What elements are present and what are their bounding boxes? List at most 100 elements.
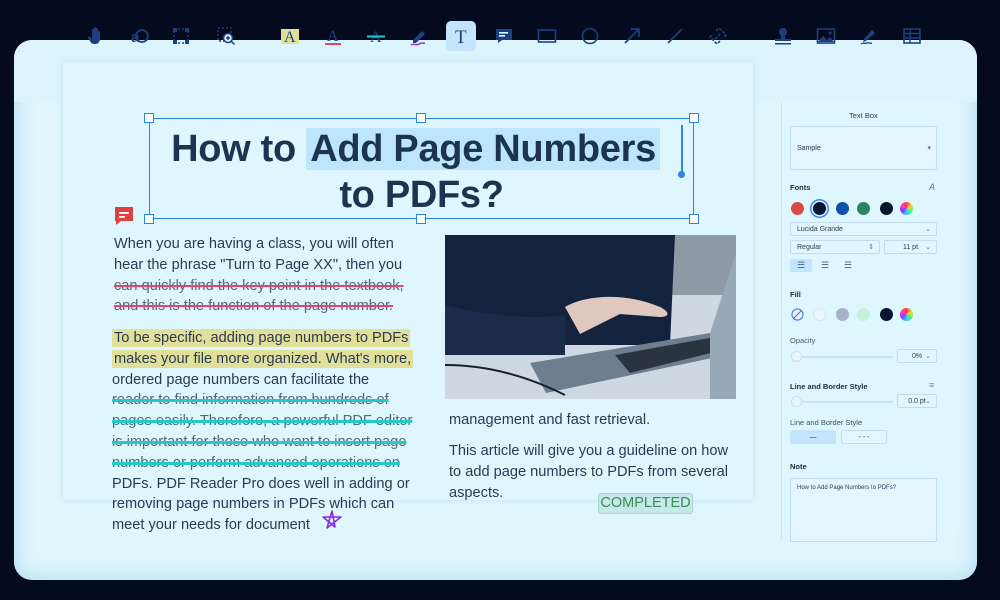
- opacity-label: Opacity: [790, 336, 816, 345]
- note-tool-button[interactable]: [489, 21, 519, 51]
- highlighted-line[interactable]: To be specific, adding page numbers to P…: [112, 329, 411, 347]
- title-text-box[interactable]: How to Add Page Numbers to PDFs?: [144, 113, 699, 224]
- align-center-button[interactable]: ☰: [814, 259, 836, 272]
- underline-tool-button[interactable]: A: [318, 21, 348, 51]
- strikethrough-line[interactable]: pages easily. Therefore, a powerful PDF …: [112, 411, 413, 432]
- line-width-slider-knob[interactable]: [791, 396, 802, 407]
- circle-icon: [581, 27, 599, 45]
- sidebar-header: Text Box: [849, 111, 878, 120]
- font-color-green[interactable]: [857, 202, 870, 215]
- completed-stamp[interactable]: COMPLETED: [598, 493, 693, 514]
- page-title-line-1: How to Add Page Numbers: [150, 128, 693, 171]
- fill-color-mint[interactable]: [857, 308, 870, 321]
- line-tool-button[interactable]: [660, 21, 690, 51]
- line-weight-icon[interactable]: ≡: [929, 380, 934, 390]
- font-color-black[interactable]: [880, 202, 893, 215]
- table-tool-button[interactable]: [897, 21, 927, 51]
- font-weight-select[interactable]: Regular ⇕: [790, 240, 880, 254]
- area-zoom-tool-button[interactable]: [211, 21, 241, 51]
- table-icon: [903, 28, 921, 44]
- font-color-black-selected[interactable]: [813, 202, 826, 215]
- opacity-value: 0%: [911, 352, 923, 360]
- strikethrough-line[interactable]: can quickly find the key point in the te…: [114, 276, 404, 297]
- star-drawing-icon[interactable]: [320, 510, 344, 530]
- stamp-tool-button[interactable]: [768, 21, 798, 51]
- highlighted-line[interactable]: makes your file more organized. What's m…: [112, 349, 414, 368]
- title-selected-text[interactable]: Add Page Numbers: [306, 128, 660, 170]
- paragraph-2: To be specific, adding page numbers to P…: [112, 328, 414, 536]
- link-tool-button[interactable]: [703, 21, 733, 51]
- color-picker-icon[interactable]: [900, 202, 913, 215]
- chevron-down-icon: ⌄: [925, 226, 931, 233]
- text-caret: [681, 125, 683, 173]
- title-text: How to: [171, 128, 307, 170]
- align-right-button[interactable]: ☰: [837, 259, 859, 272]
- highlight-tool-button[interactable]: A: [275, 21, 305, 51]
- font-style-icon[interactable]: A: [929, 182, 935, 192]
- comment-icon: [496, 29, 512, 43]
- circle-tool-button[interactable]: [575, 21, 605, 51]
- fill-color-picker-icon[interactable]: [900, 308, 913, 321]
- text-icon: T: [455, 27, 467, 46]
- font-color-blue[interactable]: [836, 202, 849, 215]
- font-color-red[interactable]: [791, 202, 804, 215]
- strikethrough-line[interactable]: numbers or perform advanced operations o…: [112, 453, 413, 474]
- font-size-select[interactable]: 11 pt ⌄: [884, 240, 937, 254]
- freehand-tool-button[interactable]: [404, 21, 434, 51]
- signature-tool-button[interactable]: [854, 21, 884, 51]
- hand-icon: [87, 27, 100, 44]
- rectangle-tool-button[interactable]: [532, 21, 562, 51]
- pen-icon: [410, 31, 426, 46]
- opacity-slider-track[interactable]: [793, 356, 893, 358]
- chevron-down-icon: ⌄: [925, 244, 931, 251]
- strikethrough-line[interactable]: and this is the function of the page num…: [114, 296, 404, 317]
- line-width-slider-track[interactable]: [793, 401, 893, 403]
- text-line: meet your needs for document: [112, 517, 310, 534]
- line-style-label: Line and Border Style: [790, 418, 863, 427]
- text-box-tool-button[interactable]: T: [446, 21, 476, 51]
- chevron-down-icon: ⌄: [925, 353, 931, 360]
- fill-color-black[interactable]: [880, 308, 893, 321]
- fill-color-gray[interactable]: [836, 308, 849, 321]
- note-textarea[interactable]: How to Add Page Numbers to PDFs?: [790, 478, 937, 542]
- strikethrough-tool-button[interactable]: A: [361, 21, 391, 51]
- style-preset-value: Sample: [797, 144, 821, 152]
- stepper-icon: ⇕: [868, 244, 874, 251]
- strikethrough-line[interactable]: reader to find information from hundreds…: [112, 390, 413, 411]
- line-style-solid-button[interactable]: —: [790, 430, 836, 444]
- opacity-value-select[interactable]: 0% ⌄: [897, 349, 937, 363]
- area-select-tool-button[interactable]: [166, 21, 196, 51]
- article-photo[interactable]: [445, 235, 736, 399]
- rectangle-icon: [537, 29, 557, 43]
- underline-icon: A: [325, 28, 341, 45]
- text-select-tool-button[interactable]: a: [125, 21, 155, 51]
- align-left-button[interactable]: ☰: [790, 259, 812, 272]
- style-preset-select[interactable]: Sample ▾: [790, 126, 937, 170]
- line-border-label: Line and Border Style: [790, 382, 868, 391]
- fill-color-white[interactable]: [813, 308, 826, 321]
- text-line: to add page numbers to PDFs from several: [449, 463, 729, 480]
- text-line: hear the phrase "Turn to Page XX", then …: [114, 256, 403, 273]
- font-family-select[interactable]: Lucida Grande ⌄: [790, 222, 937, 236]
- resize-handle-top[interactable]: [416, 113, 426, 123]
- line-width-select[interactable]: 0.0 pt ⌄: [897, 394, 937, 408]
- text-line: management and fast retrieval.: [449, 412, 651, 428]
- zoom-area-icon: [217, 27, 236, 46]
- hand-tool-button[interactable]: [81, 21, 111, 51]
- comment-annotation-icon[interactable]: [114, 206, 134, 226]
- image-tool-button[interactable]: [811, 21, 841, 51]
- text-line: This article will give you a guideline o…: [449, 443, 729, 459]
- dropdown-arrow-icon: ▾: [927, 145, 931, 152]
- strikethrough-icon: A: [367, 29, 385, 46]
- line-style-dashed-button[interactable]: - - -: [841, 430, 887, 444]
- opacity-slider-knob[interactable]: [791, 351, 802, 362]
- arrow-tool-button[interactable]: [617, 21, 647, 51]
- fill-none-swatch[interactable]: [791, 308, 804, 321]
- area-select-icon: [173, 28, 189, 44]
- strikethrough-line[interactable]: is important for those who want to inser…: [112, 432, 413, 453]
- text-line: ordered page numbers can facilitate the: [112, 371, 370, 388]
- font-weight-value: Regular: [797, 243, 822, 251]
- line-icon: [667, 28, 683, 44]
- resize-handle-top-left[interactable]: [144, 113, 154, 123]
- resize-handle-top-right[interactable]: [689, 113, 699, 123]
